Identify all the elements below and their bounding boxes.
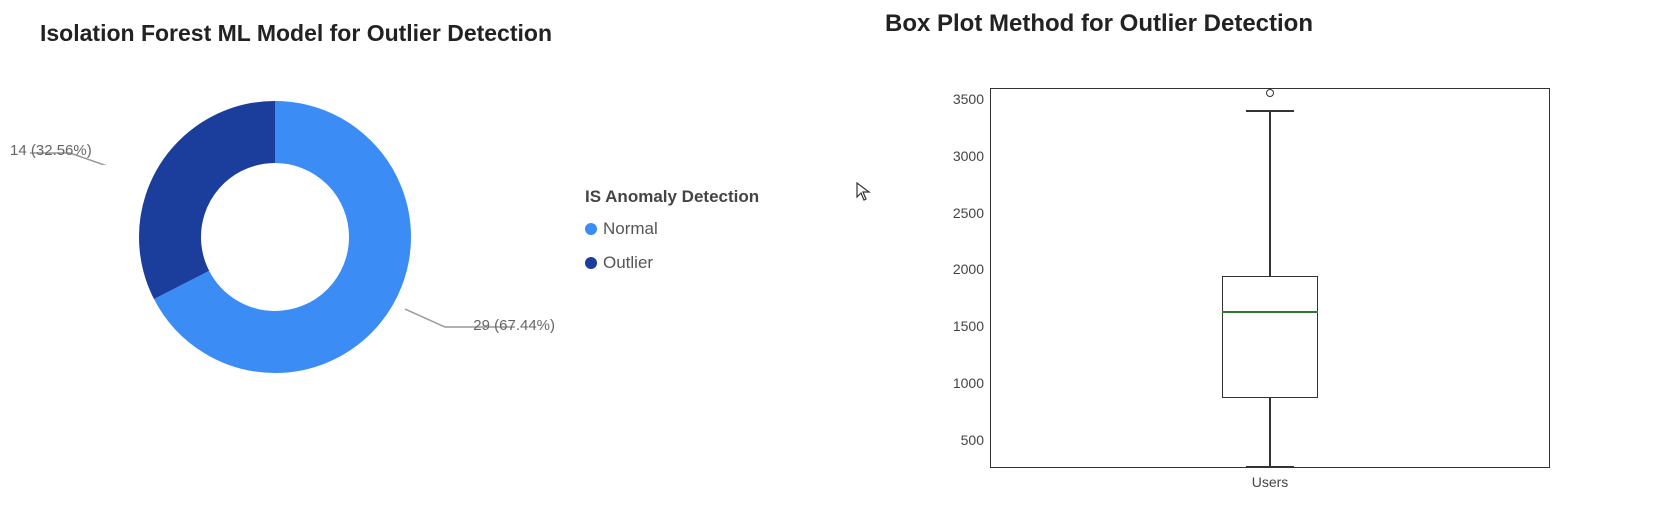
donut-legend: IS Anomaly Detection Normal Outlier [585,187,759,287]
donut-wrap: 14 (32.56%) 29 (67.44%) [125,87,425,387]
box-body [1222,276,1318,397]
legend-label-normal: Normal [603,219,658,239]
right-chart-panel: Box Plot Method for Outlier Detection 35… [880,0,1680,524]
boxplot-container: 3500 3000 2500 2000 1500 1000 500 Users [930,78,1570,498]
legend-item-outlier: Outlier [585,253,759,273]
right-chart-title: Box Plot Method for Outlier Detection [885,10,1680,38]
y-tick-3000: 3000 [934,148,984,164]
donut-callout-outlier: 14 (32.56%) [10,142,92,159]
donut-callout-normal: 29 (67.44%) [473,317,555,334]
box-whisker-upper-cap [1246,110,1294,112]
y-tick-2000: 2000 [934,261,984,277]
donut-area: 14 (32.56%) 29 (67.44%) IS Anomaly Detec… [40,87,880,387]
legend-label-outlier: Outlier [603,253,653,273]
box-whisker-lower-stem [1269,398,1271,467]
donut-slice-normal [170,132,380,342]
legend-swatch-outlier [585,257,597,269]
y-tick-1500: 1500 [934,318,984,334]
left-chart-title: Isolation Forest ML Model for Outlier De… [40,20,880,47]
x-axis-label-users: Users [1252,474,1289,490]
legend-item-normal: Normal [585,219,759,239]
y-tick-3500: 3500 [934,91,984,107]
box-median [1222,311,1318,313]
y-tick-2500: 2500 [934,205,984,221]
box-whisker-upper-stem [1269,110,1271,277]
box-whisker-lower-cap [1246,466,1294,468]
left-chart-panel: Isolation Forest ML Model for Outlier De… [0,0,880,524]
y-tick-1000: 1000 [934,375,984,391]
y-tick-500: 500 [934,432,984,448]
legend-title: IS Anomaly Detection [585,187,759,207]
legend-swatch-normal [585,223,597,235]
box-outlier-point [1266,89,1274,97]
donut-chart [125,87,425,387]
